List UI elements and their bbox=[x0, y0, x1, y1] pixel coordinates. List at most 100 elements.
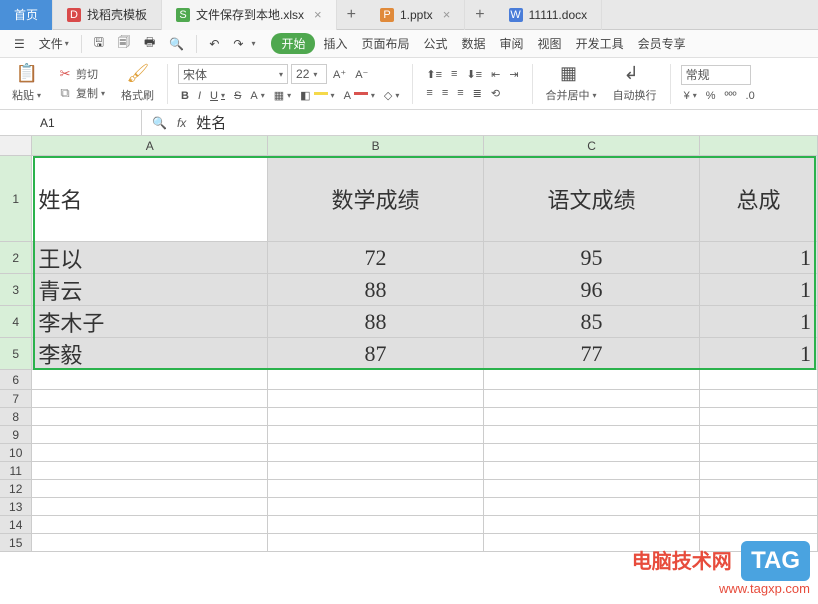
indent-decrease-button[interactable]: ⇤ bbox=[488, 67, 503, 82]
bold-button[interactable]: B bbox=[178, 89, 192, 103]
copy-button[interactable]: ⧉复制▾ bbox=[54, 84, 108, 102]
row-header-14[interactable]: 14 bbox=[0, 516, 32, 533]
row-header-8[interactable]: 8 bbox=[0, 408, 32, 425]
cell[interactable] bbox=[32, 444, 268, 461]
italic-button[interactable]: I bbox=[195, 89, 204, 103]
select-all-corner[interactable] bbox=[0, 136, 32, 155]
tab-docx[interactable]: W11111.docx bbox=[495, 0, 603, 30]
cell-b3[interactable]: 88 bbox=[268, 274, 484, 305]
cell[interactable] bbox=[32, 426, 268, 443]
cell[interactable] bbox=[484, 426, 700, 443]
tab-insert[interactable]: 插入 bbox=[317, 32, 353, 55]
cell[interactable] bbox=[484, 370, 700, 389]
cell-c4[interactable]: 85 bbox=[484, 306, 700, 337]
font-effects-button[interactable]: A▾ bbox=[247, 89, 267, 103]
justify-button[interactable]: ≣ bbox=[470, 86, 485, 101]
brush-icon[interactable]: 🖌 bbox=[127, 63, 149, 85]
align-bottom-button[interactable]: ⬇≡ bbox=[463, 67, 485, 82]
font-size-select[interactable]: 22▾ bbox=[291, 64, 327, 84]
cell[interactable] bbox=[700, 462, 818, 479]
cell-a4[interactable]: 李木子 bbox=[32, 306, 268, 337]
row-header-4[interactable]: 4 bbox=[0, 306, 32, 337]
currency-button[interactable]: ¥▾ bbox=[681, 89, 700, 103]
cell[interactable] bbox=[268, 426, 484, 443]
cell[interactable] bbox=[268, 534, 484, 551]
cell[interactable] bbox=[268, 516, 484, 533]
number-format-select[interactable]: 常规 bbox=[681, 65, 751, 85]
tab-data[interactable]: 数据 bbox=[456, 32, 492, 55]
align-right-button[interactable]: ≡ bbox=[454, 86, 466, 100]
cell[interactable] bbox=[268, 370, 484, 389]
chevron-down-icon[interactable]: ▾ bbox=[251, 39, 255, 48]
cell[interactable] bbox=[268, 390, 484, 407]
indent-increase-button[interactable]: ⇥ bbox=[506, 67, 521, 82]
cell[interactable] bbox=[484, 498, 700, 515]
format-painter-button[interactable]: 格式刷 bbox=[118, 86, 157, 104]
merge-cells-icon[interactable]: ▦ bbox=[560, 63, 582, 85]
row-header-7[interactable]: 7 bbox=[0, 390, 32, 407]
cell[interactable] bbox=[32, 462, 268, 479]
tab-developer[interactable]: 开发工具 bbox=[570, 32, 630, 55]
cell-a5[interactable]: 李毅 bbox=[32, 338, 268, 369]
cell[interactable] bbox=[700, 390, 818, 407]
align-middle-button[interactable]: ≡ bbox=[448, 67, 460, 81]
cell-d1[interactable]: 总成 bbox=[700, 156, 818, 241]
percent-button[interactable]: % bbox=[703, 89, 719, 103]
close-icon[interactable]: × bbox=[443, 7, 451, 22]
wrap-text-button[interactable]: 自动换行 bbox=[610, 86, 660, 104]
decrease-font-button[interactable]: A⁻ bbox=[352, 67, 371, 82]
cell-c3[interactable]: 96 bbox=[484, 274, 700, 305]
cell[interactable] bbox=[484, 444, 700, 461]
font-name-select[interactable]: 宋体▾ bbox=[178, 64, 288, 84]
orientation-button[interactable]: ⟲ bbox=[488, 86, 503, 101]
cell-c2[interactable]: 95 bbox=[484, 242, 700, 273]
col-header-b[interactable]: B bbox=[268, 136, 484, 155]
col-header-d[interactable] bbox=[700, 136, 818, 155]
cell-b1[interactable]: 数学成绩 bbox=[268, 156, 484, 241]
cell-b5[interactable]: 87 bbox=[268, 338, 484, 369]
row-header-3[interactable]: 3 bbox=[0, 274, 32, 305]
tab-current-spreadsheet[interactable]: S文件保存到本地.xlsx× bbox=[162, 0, 337, 30]
cell[interactable] bbox=[700, 426, 818, 443]
row-header-1[interactable]: 1 bbox=[0, 156, 32, 241]
cell[interactable] bbox=[268, 498, 484, 515]
clipboard-icon[interactable]: 📋 bbox=[16, 63, 38, 85]
row-header-5[interactable]: 5 bbox=[0, 338, 32, 369]
row-header-15[interactable]: 15 bbox=[0, 534, 32, 551]
merge-center-button[interactable]: 合并居中▾ bbox=[543, 86, 600, 104]
clear-format-button[interactable]: ◇▾ bbox=[381, 88, 402, 103]
cell-a1[interactable]: 姓名 bbox=[32, 156, 268, 241]
wrap-text-icon[interactable]: ↲ bbox=[624, 63, 646, 85]
row-header-11[interactable]: 11 bbox=[0, 462, 32, 479]
cell[interactable] bbox=[32, 516, 268, 533]
cell[interactable] bbox=[268, 408, 484, 425]
cell[interactable] bbox=[268, 480, 484, 497]
tab-pptx[interactable]: P1.pptx× bbox=[366, 0, 465, 30]
cell-d3[interactable]: 1 bbox=[700, 274, 818, 305]
close-icon[interactable]: × bbox=[314, 7, 322, 22]
strikethrough-button[interactable]: S bbox=[231, 89, 244, 103]
col-header-a[interactable]: A bbox=[32, 136, 268, 155]
cell[interactable] bbox=[700, 480, 818, 497]
underline-button[interactable]: U ▾ bbox=[207, 89, 228, 103]
cell[interactable] bbox=[32, 534, 268, 551]
cell-c1[interactable]: 语文成绩 bbox=[484, 156, 700, 241]
row-header-10[interactable]: 10 bbox=[0, 444, 32, 461]
undo-button[interactable]: ↶ bbox=[203, 34, 225, 54]
tab-page-layout[interactable]: 页面布局 bbox=[355, 32, 415, 55]
cell[interactable] bbox=[700, 408, 818, 425]
cell-d2[interactable]: 1 bbox=[700, 242, 818, 273]
cell-a3[interactable]: 青云 bbox=[32, 274, 268, 305]
align-left-button[interactable]: ≡ bbox=[423, 86, 435, 100]
tab-review[interactable]: 审阅 bbox=[494, 32, 530, 55]
cell[interactable] bbox=[484, 390, 700, 407]
cell-b4[interactable]: 88 bbox=[268, 306, 484, 337]
decrease-decimal-button[interactable]: .0 bbox=[743, 89, 758, 103]
menu-collapse-button[interactable]: ☰ bbox=[8, 34, 31, 54]
paste-button[interactable]: 粘贴▾ bbox=[9, 86, 44, 104]
cell[interactable] bbox=[32, 498, 268, 515]
tab-formula[interactable]: 公式 bbox=[418, 32, 454, 55]
redo-button[interactable]: ↷ bbox=[227, 34, 249, 54]
cell-c5[interactable]: 77 bbox=[484, 338, 700, 369]
fx-icon[interactable]: fx bbox=[177, 116, 186, 130]
